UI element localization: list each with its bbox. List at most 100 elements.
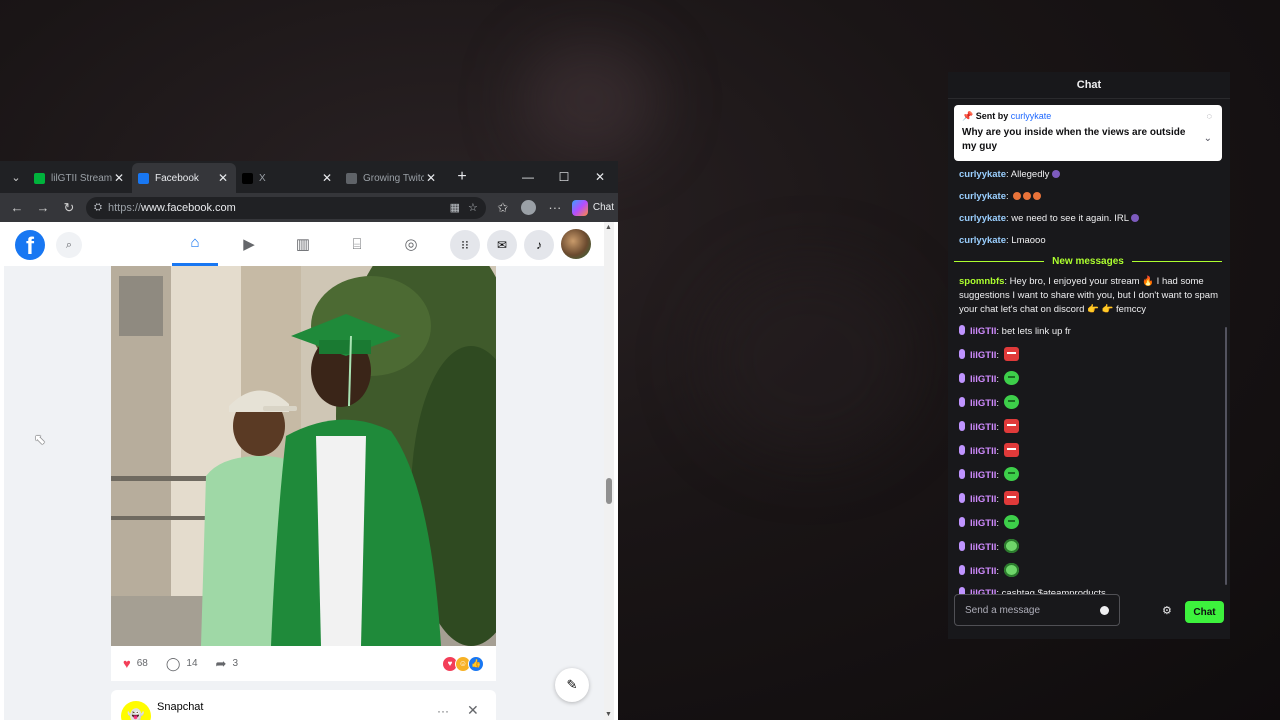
broadcaster-badge-icon: [959, 541, 965, 551]
groups-tab[interactable]: ▥: [280, 222, 326, 266]
like-button[interactable]: ♥ 68: [123, 656, 148, 671]
site-info-icon[interactable]: ⛭: [94, 202, 102, 213]
emote-icon: [1013, 192, 1022, 200]
chat-username[interactable]: lilGTII: [970, 566, 996, 577]
broadcaster-badge-icon: [959, 325, 965, 335]
hide-pinned-icon[interactable]: ◌: [1207, 111, 1212, 121]
green-emote-icon[interactable]: [1003, 467, 1019, 481]
chat-username[interactable]: curlyykate: [959, 169, 1006, 180]
chat-input[interactable]: Send a message: [954, 594, 1120, 626]
more-menu-icon[interactable]: ···: [542, 196, 568, 220]
more-options-icon[interactable]: ···: [437, 704, 449, 718]
forward-icon[interactable]: →: [30, 196, 56, 220]
snapchat-ghost-icon[interactable]: 👻: [121, 701, 151, 720]
hide-post-close-icon[interactable]: ✕: [467, 702, 479, 719]
profile-avatar[interactable]: [561, 229, 591, 259]
post-page-name[interactable]: Snapchat: [157, 701, 203, 713]
address-bar-actions: ▦ ☆: [450, 201, 478, 214]
alien-emote-icon[interactable]: [1003, 539, 1019, 553]
streamer-messages: lilGTII: bet lets link up fr lilGTII: lil…: [959, 325, 1221, 601]
tab-close-icon[interactable]: ✕: [216, 171, 230, 185]
search-icon[interactable]: ⌕: [56, 232, 82, 258]
reactions-summary[interactable]: ♥ ☺ 👍: [442, 655, 484, 672]
scrollbar-thumb[interactable]: [606, 478, 612, 504]
post-card: ♥ 68 ◯ 14 ➦ 3 ♥ ☺ 👍: [111, 266, 496, 681]
chat-username[interactable]: lilGTII: [970, 326, 996, 337]
facebook-logo[interactable]: f: [15, 230, 45, 260]
chat-username[interactable]: lilGTII: [970, 542, 996, 553]
favorite-star-icon[interactable]: ☆: [468, 201, 478, 214]
tab-close-icon[interactable]: ✕: [320, 171, 334, 185]
chat-settings-gear-icon[interactable]: ⚙: [1162, 604, 1172, 617]
page-scrollbar[interactable]: ▲ ▼: [604, 222, 614, 720]
post-photo[interactable]: [111, 266, 496, 646]
chat-message: spomnbfs: Hey bro, I enjoyed your stream…: [959, 275, 1221, 317]
copilot-chat-button[interactable]: Chat: [571, 199, 614, 216]
emote-picker-icon[interactable]: [1100, 605, 1109, 615]
red-emote-icon[interactable]: [1003, 491, 1019, 505]
back-icon[interactable]: ←: [4, 196, 30, 220]
alien-emote-icon[interactable]: [1003, 563, 1019, 577]
pinned-message[interactable]: 📌 Sent by curlyykate Why are you inside …: [954, 105, 1222, 161]
green-emote-icon[interactable]: [1003, 395, 1019, 409]
chat-username[interactable]: lilGTII: [970, 398, 996, 409]
browser-toolbar: ← → ↻ ⛭ https:// www.facebook.com ▦ ☆ ✩ …: [0, 193, 618, 222]
chat-username[interactable]: lilGTII: [970, 374, 996, 385]
favorites-icon[interactable]: ✩: [490, 196, 516, 220]
browser-tab[interactable]: Growing Twitc ✕: [340, 163, 444, 193]
copilot-label: Chat: [592, 202, 614, 213]
browser-tab[interactable]: lilGTII Stream ✕: [28, 163, 132, 193]
gaming-tab[interactable]: ◎: [388, 222, 434, 266]
chat-username[interactable]: curlyykate: [959, 191, 1006, 202]
chat-username[interactable]: curlyykate: [959, 213, 1006, 224]
home-icon: ⌂: [190, 234, 200, 251]
chat-username[interactable]: curlyykate: [959, 235, 1006, 246]
chat-message-list: curlyykate: Allegedly curlyykate: curlyy…: [954, 168, 1222, 609]
red-emote-icon[interactable]: [1003, 419, 1019, 433]
chat-colon: :: [996, 374, 1002, 385]
tab-list-button[interactable]: ⌄: [4, 165, 28, 189]
red-emote-icon[interactable]: [1003, 443, 1019, 457]
tab-close-icon[interactable]: ✕: [112, 171, 126, 185]
profile-icon[interactable]: [516, 196, 542, 220]
chat-username[interactable]: spomnbfs: [959, 276, 1004, 287]
compose-message-icon[interactable]: ✎: [555, 668, 589, 702]
gaming-icon: ◎: [404, 236, 418, 253]
home-tab[interactable]: ⌂: [172, 222, 218, 266]
new-tab-button[interactable]: +: [450, 168, 474, 186]
address-bar[interactable]: ⛭ https:// www.facebook.com ▦ ☆: [86, 196, 486, 219]
chat-username[interactable]: lilGTII: [970, 518, 996, 529]
close-icon[interactable]: ✕: [582, 161, 618, 193]
notifications-bell-icon[interactable]: ♪: [524, 230, 554, 260]
tab-close-icon[interactable]: ✕: [424, 171, 438, 185]
emote-icon: [1051, 170, 1060, 178]
comment-button[interactable]: ◯ 14: [166, 656, 198, 672]
reading-mode-icon[interactable]: ▦: [450, 201, 460, 214]
chat-scrollbar[interactable]: [1225, 327, 1227, 585]
chat-username[interactable]: lilGTII: [970, 422, 996, 433]
marketplace-tab[interactable]: ⌸: [334, 222, 380, 266]
reload-icon[interactable]: ↻: [56, 196, 82, 220]
chat-username[interactable]: lilGTII: [970, 446, 996, 457]
pinned-username[interactable]: curlyykate: [1011, 111, 1052, 121]
minimize-icon[interactable]: —: [510, 161, 546, 193]
messenger-icon[interactable]: ✉: [487, 230, 517, 260]
chat-username[interactable]: lilGTII: [970, 494, 996, 505]
chat-username[interactable]: lilGTII: [970, 350, 996, 361]
red-emote-icon[interactable]: [1003, 347, 1019, 361]
browser-tab[interactable]: Facebook ✕: [132, 163, 236, 193]
video-tab[interactable]: ▶: [226, 222, 272, 266]
chat-message: curlyykate:: [959, 190, 1221, 204]
green-emote-icon[interactable]: [1003, 371, 1019, 385]
menu-grid-icon[interactable]: ⁝⁝: [450, 230, 480, 260]
share-button[interactable]: ➦ 3: [216, 656, 238, 672]
scroll-up-arrow-icon[interactable]: ▲: [605, 224, 612, 231]
chevron-down-icon[interactable]: ⌄: [1204, 133, 1212, 144]
scroll-down-arrow-icon[interactable]: ▼: [605, 711, 612, 718]
chat-input-placeholder: Send a message: [965, 604, 1041, 616]
chat-send-button[interactable]: Chat: [1185, 601, 1224, 623]
chat-username[interactable]: lilGTII: [970, 470, 996, 481]
green-emote-icon[interactable]: [1003, 515, 1019, 529]
browser-tab[interactable]: X ✕: [236, 163, 340, 193]
maximize-icon[interactable]: ☐: [546, 161, 582, 193]
